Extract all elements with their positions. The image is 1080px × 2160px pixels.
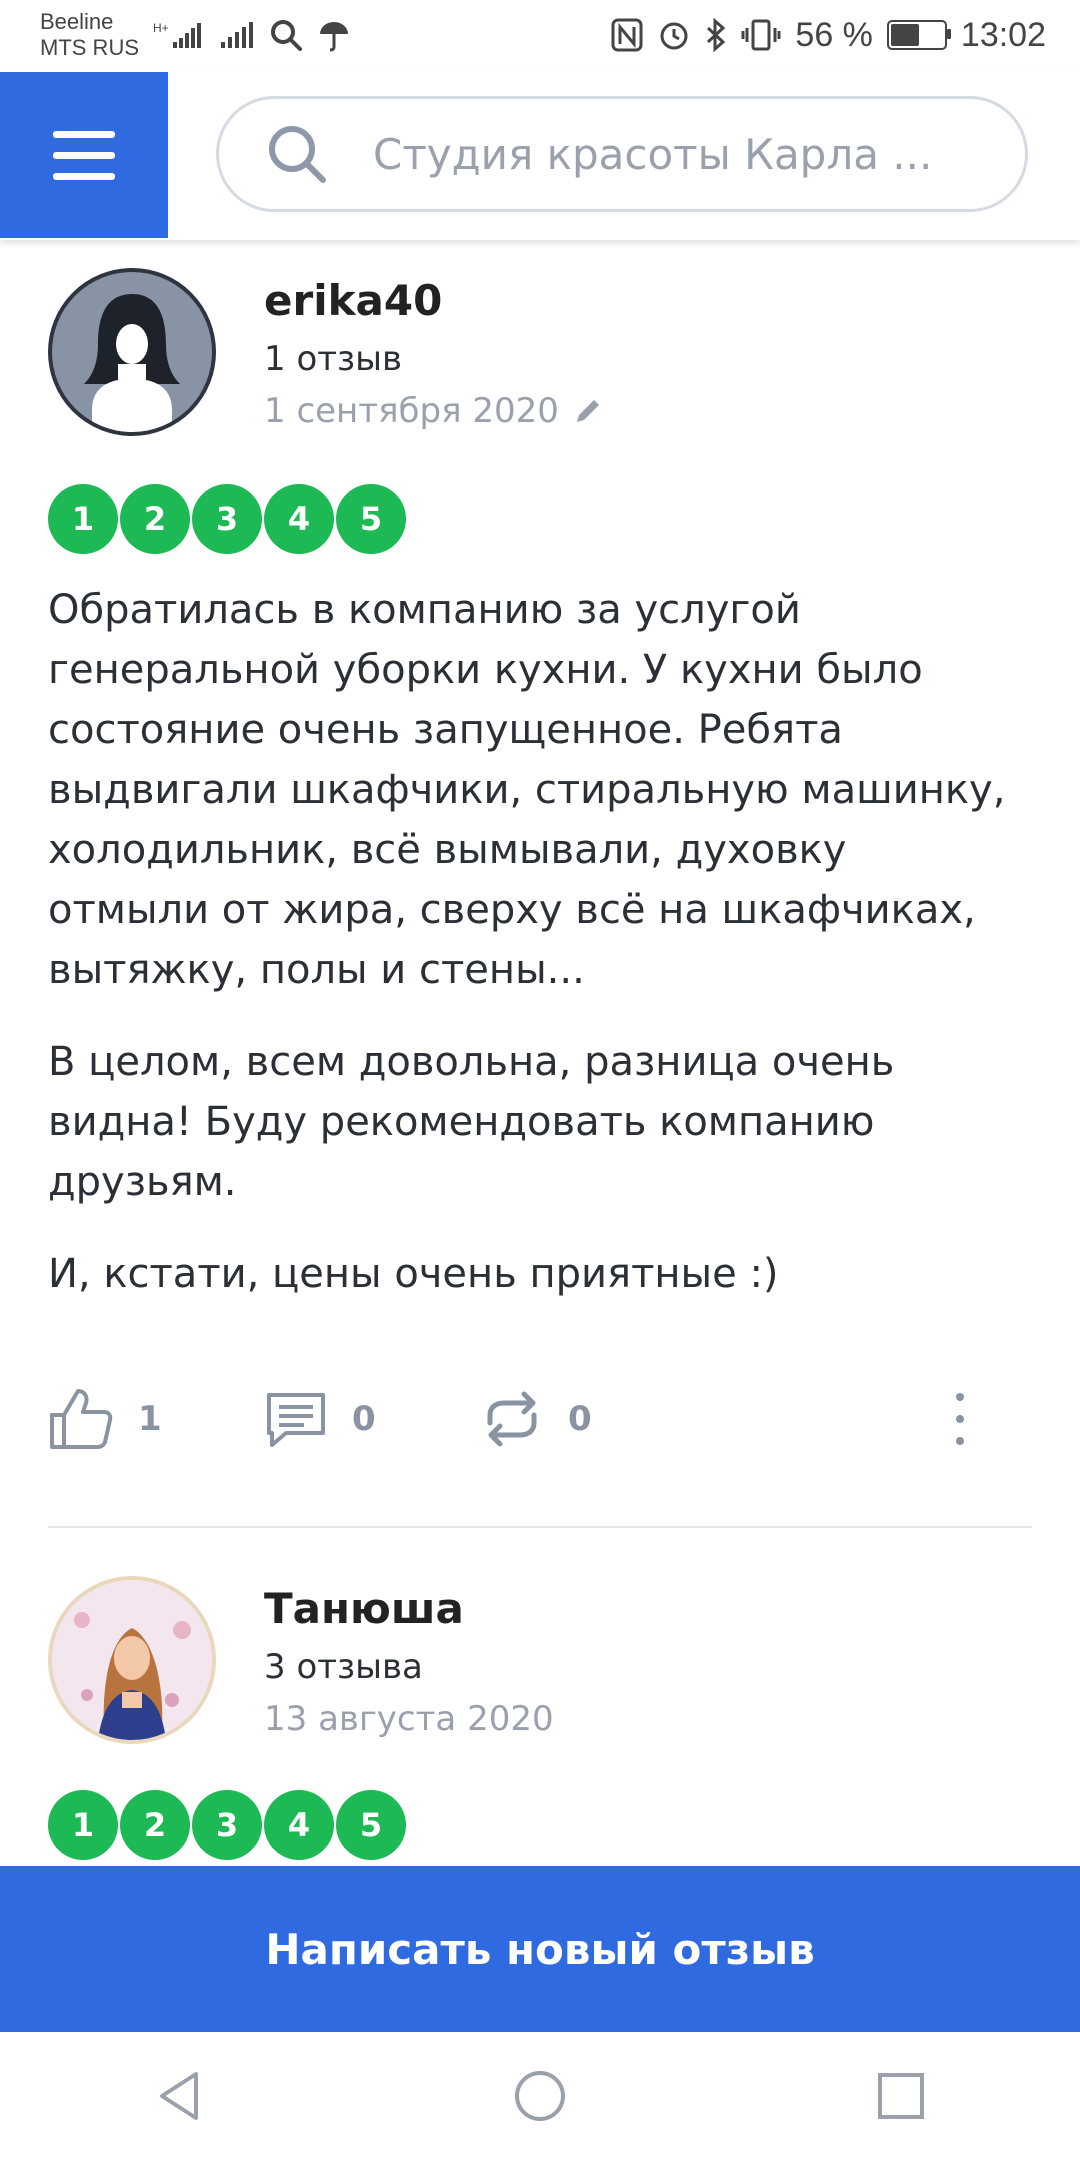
- svg-text:H+: H+: [153, 21, 169, 35]
- rating-point: 2: [120, 1790, 190, 1860]
- battery-percent: 56 %: [795, 15, 873, 54]
- thumbs-up-icon: [50, 1389, 113, 1449]
- search-status-icon: [271, 20, 302, 51]
- umbrella-icon: [320, 22, 348, 52]
- review-meta: erika40 1 отзыв 1 сентября 2020: [264, 268, 603, 431]
- search-icon: [269, 126, 326, 183]
- nav-back-icon[interactable]: [154, 2068, 204, 2124]
- signal-icon: H+: [153, 21, 201, 48]
- comment-icon: [267, 1393, 325, 1447]
- review-date-text: 13 августа 2020: [264, 1699, 554, 1739]
- carriers: Beeline MTS RUS: [40, 9, 139, 61]
- like-button[interactable]: 1: [48, 1387, 264, 1451]
- review-actions: 1 0 0: [48, 1374, 1032, 1464]
- review-divider: [48, 1526, 1032, 1528]
- hamburger-icon: [53, 130, 115, 138]
- rating-point: 4: [264, 1790, 334, 1860]
- write-review-label: Написать новый отзыв: [265, 1924, 815, 1974]
- review-text: Обратилась в компанию за услугой генерал…: [48, 580, 1008, 1336]
- nav-home-icon[interactable]: [512, 2068, 568, 2124]
- rating-point: 4: [264, 484, 334, 554]
- repost-icon: [487, 1391, 537, 1447]
- system-nav-bar: [0, 2032, 1080, 2160]
- nfc-icon: [611, 18, 643, 52]
- nav-recent-icon[interactable]: [876, 2071, 926, 2121]
- bluetooth-icon: [707, 18, 726, 52]
- rating-point: 1: [48, 484, 118, 554]
- user-photo: [52, 1580, 212, 1740]
- comment-button[interactable]: 0: [264, 1389, 480, 1449]
- rating-point: 1: [48, 1790, 118, 1860]
- more-button[interactable]: [950, 1389, 970, 1449]
- reviewer-name[interactable]: Танюша: [264, 1584, 554, 1633]
- status-left: Beeline MTS RUS H+: [0, 9, 351, 61]
- carrier-2: MTS RUS: [40, 35, 139, 60]
- battery-icon: [886, 20, 951, 50]
- write-review-button[interactable]: Написать новый отзыв: [0, 1866, 1080, 2032]
- review-paragraph: И, кстати, цены очень приятные :): [48, 1251, 779, 1297]
- repost-button[interactable]: 0: [480, 1387, 950, 1451]
- search-bar[interactable]: Студия красоты Карла ...: [216, 96, 1028, 212]
- pencil-icon: [576, 400, 599, 422]
- menu-button[interactable]: [0, 72, 168, 238]
- alarm-icon: [660, 22, 688, 50]
- rating-point: 3: [192, 484, 262, 554]
- clock: 13:02: [960, 15, 1046, 54]
- signal-2-icon: [221, 22, 253, 48]
- rating: 1 2 3 4 5: [48, 484, 406, 554]
- review-count: 1 отзыв: [264, 339, 403, 379]
- review-paragraph: В целом, всем довольна, разница очень ви…: [48, 1039, 895, 1205]
- reviewer-name[interactable]: erika40: [264, 276, 603, 325]
- app-header: Студия красоты Карла ...: [0, 70, 1080, 240]
- rating-point: 3: [192, 1790, 262, 1860]
- default-avatar-icon: [84, 294, 180, 432]
- comment-count: 0: [352, 1399, 376, 1439]
- rating-point: 5: [336, 484, 406, 554]
- like-count: 1: [138, 1399, 162, 1439]
- carrier-1: Beeline: [40, 9, 114, 34]
- review-date: 1 сентября 2020: [264, 391, 603, 431]
- review-paragraph: Обратилась в компанию за услугой генерал…: [48, 587, 1006, 993]
- rating: 1 2 3 4 5: [48, 1790, 406, 1860]
- avatar[interactable]: [48, 1576, 216, 1744]
- rating-point: 2: [120, 484, 190, 554]
- review-meta: Танюша 3 отзыва 13 августа 2020: [264, 1576, 554, 1739]
- rating-point: 5: [336, 1790, 406, 1860]
- vibrate-icon: [741, 19, 781, 51]
- status-right: 56 % 13:02: [611, 16, 1080, 55]
- search-input[interactable]: Студия красоты Карла ...: [373, 130, 932, 179]
- review-date: 13 августа 2020: [264, 1699, 554, 1739]
- status-bar: Beeline MTS RUS H+ 56 % 13:02: [0, 0, 1080, 70]
- more-vertical-icon: [956, 1393, 964, 1445]
- review-count: 3 отзыва: [264, 1647, 423, 1687]
- repost-count: 0: [568, 1399, 592, 1439]
- review-date-text: 1 сентября 2020: [264, 391, 559, 431]
- avatar[interactable]: [48, 268, 216, 436]
